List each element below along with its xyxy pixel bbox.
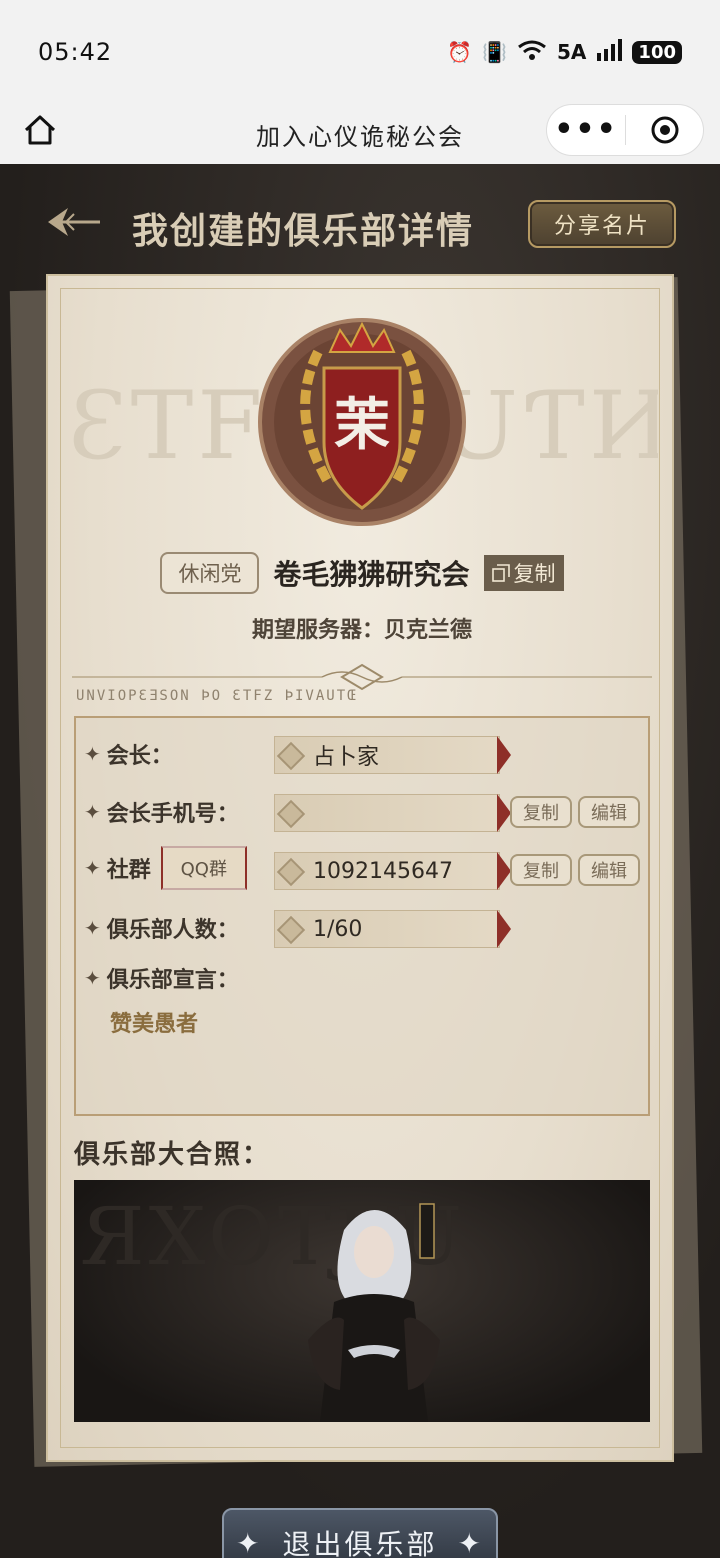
status-time: 05:42 bbox=[38, 38, 113, 66]
close-miniprogram-icon[interactable] bbox=[626, 115, 703, 145]
rune-subtitle: UNVIOPƐƎSON ÞO ƐTFZ ÞIVAUTŒ bbox=[76, 688, 358, 704]
page-body: 我创建的俱乐部详情 分享名片 ƐTFZ ƑUƬИ 茉 休闲党 卷毛狒狒研究会 复… bbox=[0, 164, 720, 1558]
sparkle-icon: ✦ bbox=[236, 1526, 263, 1558]
diamond-icon bbox=[276, 799, 306, 829]
wifi-icon bbox=[517, 39, 547, 66]
group-photo: ЯXOTƑU bbox=[74, 1180, 650, 1422]
phone-label: 会长手机号： bbox=[106, 802, 239, 827]
capsule-menu: ••• bbox=[546, 104, 704, 156]
character-avatar bbox=[308, 1203, 440, 1422]
diamond-icon bbox=[276, 857, 306, 887]
club-emblem-icon: 茉 bbox=[258, 318, 466, 526]
manifesto-value: 赞美愚者 bbox=[110, 1012, 199, 1037]
page-title: 我创建的俱乐部详情 bbox=[132, 211, 475, 252]
star-icon: ✦ bbox=[84, 966, 101, 990]
community-row: ✦ 社群 QQ群 bbox=[84, 846, 247, 890]
leader-value: 占卜家 bbox=[313, 745, 380, 770]
miniprogram-header: 加入心仪诡秘公会 ••• bbox=[0, 104, 720, 164]
copy-icon bbox=[491, 564, 510, 582]
community-field: 1092145647 bbox=[274, 852, 511, 890]
edit-phone-button[interactable]: 编辑 bbox=[578, 796, 640, 828]
club-name-row: 休闲党 卷毛狒狒研究会 复制 bbox=[48, 552, 676, 594]
home-icon[interactable] bbox=[20, 110, 60, 150]
community-value: 1092145647 bbox=[313, 858, 453, 884]
manifesto-label: 俱乐部宣言： bbox=[106, 968, 239, 993]
star-icon: ✦ bbox=[84, 742, 101, 766]
sparkle-icon: ✦ bbox=[457, 1526, 484, 1558]
diamond-icon bbox=[276, 741, 306, 771]
club-info-box: ✦ 会长： 占卜家 ✦ 会长手机号： 复制 编辑 ✦ 社群 QQ群 109214… bbox=[74, 716, 650, 1116]
battery-icon: 100 bbox=[632, 40, 682, 64]
vibrate-icon: 📳 bbox=[482, 40, 508, 64]
status-bar: 05:42 ⏰ 📳 5A 100 bbox=[0, 0, 720, 104]
copy-phone-button[interactable]: 复制 bbox=[510, 796, 572, 828]
manifesto-row: ✦ 俱乐部宣言： bbox=[84, 958, 239, 998]
more-icon[interactable]: ••• bbox=[547, 115, 625, 145]
members-label: 俱乐部人数： bbox=[106, 918, 239, 943]
back-arrow-icon[interactable] bbox=[44, 200, 104, 244]
star-icon: ✦ bbox=[84, 916, 101, 940]
community-label: 社群 bbox=[106, 858, 151, 883]
edit-community-button[interactable]: 编辑 bbox=[578, 854, 640, 886]
status-icons: ⏰ 📳 5A 100 bbox=[447, 38, 682, 66]
exit-club-label: 退出俱乐部 bbox=[282, 1528, 438, 1558]
copy-community-button[interactable]: 复制 bbox=[510, 854, 572, 886]
network-label: 5A bbox=[557, 40, 587, 64]
community-type-tag[interactable]: QQ群 bbox=[160, 846, 247, 890]
star-icon: ✦ bbox=[84, 856, 101, 880]
phone-field bbox=[274, 794, 511, 832]
share-card-button[interactable]: 分享名片 bbox=[528, 200, 676, 248]
club-card: ƐTFZ ƑUƬИ 茉 休闲党 卷毛狒狒研究会 复制 期望服务器：贝克兰德 UN bbox=[46, 274, 674, 1462]
club-name: 卷毛狒狒研究会 bbox=[273, 558, 470, 591]
copy-label: 复制 bbox=[513, 562, 556, 586]
club-type-badge: 休闲党 bbox=[160, 552, 260, 594]
leader-label: 会长： bbox=[106, 744, 173, 769]
members-row: ✦ 俱乐部人数： bbox=[84, 908, 239, 948]
star-icon: ✦ bbox=[84, 800, 101, 824]
members-field: 1/60 bbox=[274, 910, 511, 948]
leader-field: 占卜家 bbox=[274, 736, 511, 774]
exit-club-button[interactable]: ✦ 退出俱乐部 ✦ bbox=[222, 1508, 498, 1558]
leader-row: ✦ 会长： bbox=[84, 734, 173, 774]
alarm-icon: ⏰ bbox=[447, 40, 473, 64]
emblem-char: 茉 bbox=[334, 393, 390, 458]
miniprogram-title: 加入心仪诡秘公会 bbox=[256, 122, 464, 151]
signal-icon bbox=[596, 38, 623, 66]
copy-club-name-button[interactable]: 复制 bbox=[483, 555, 564, 591]
members-value: 1/60 bbox=[313, 916, 363, 942]
phone-row: ✦ 会长手机号： bbox=[84, 792, 239, 832]
diamond-icon bbox=[276, 915, 306, 945]
group-photo-title: 俱乐部大合照： bbox=[74, 1140, 271, 1170]
expected-server: 期望服务器：贝克兰德 bbox=[251, 618, 472, 643]
